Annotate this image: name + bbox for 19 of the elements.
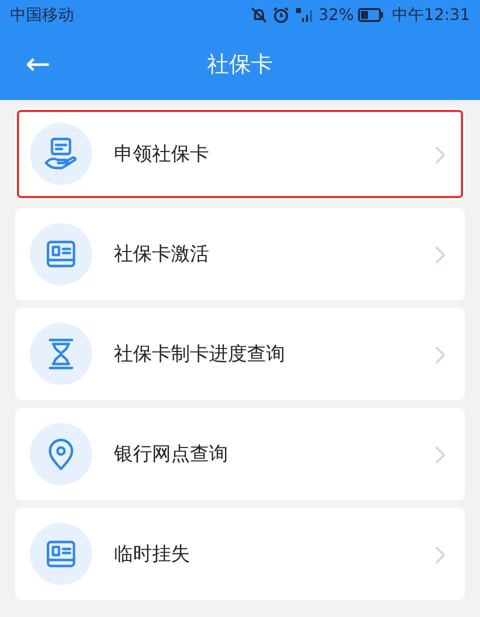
menu-item[interactable]: 申领社保卡 bbox=[15, 108, 465, 200]
battery-percent: 32% bbox=[318, 4, 354, 26]
chevron-right-icon bbox=[435, 446, 445, 464]
page-title: 社保卡 bbox=[207, 52, 273, 80]
mute-icon bbox=[250, 6, 268, 24]
menu-item[interactable]: 社保卡激活 bbox=[15, 208, 465, 300]
menu-item[interactable]: 银行网点查询 bbox=[15, 408, 465, 500]
menu-item[interactable]: 临时挂失 bbox=[15, 508, 465, 600]
alarm-icon bbox=[272, 6, 290, 24]
battery-icon bbox=[358, 8, 384, 22]
menu-item[interactable]: 社保卡制卡进度查询 bbox=[15, 308, 465, 400]
clock-time: 中午12:31 bbox=[392, 4, 470, 26]
signal-icon bbox=[294, 6, 314, 24]
hand-card-icon bbox=[43, 136, 79, 172]
carrier-name: 中国移动 bbox=[10, 4, 74, 26]
chevron-right-icon bbox=[435, 146, 445, 164]
chevron-right-icon bbox=[435, 246, 445, 264]
chevron-right-icon bbox=[435, 346, 445, 364]
chevron-right-icon bbox=[435, 546, 445, 564]
